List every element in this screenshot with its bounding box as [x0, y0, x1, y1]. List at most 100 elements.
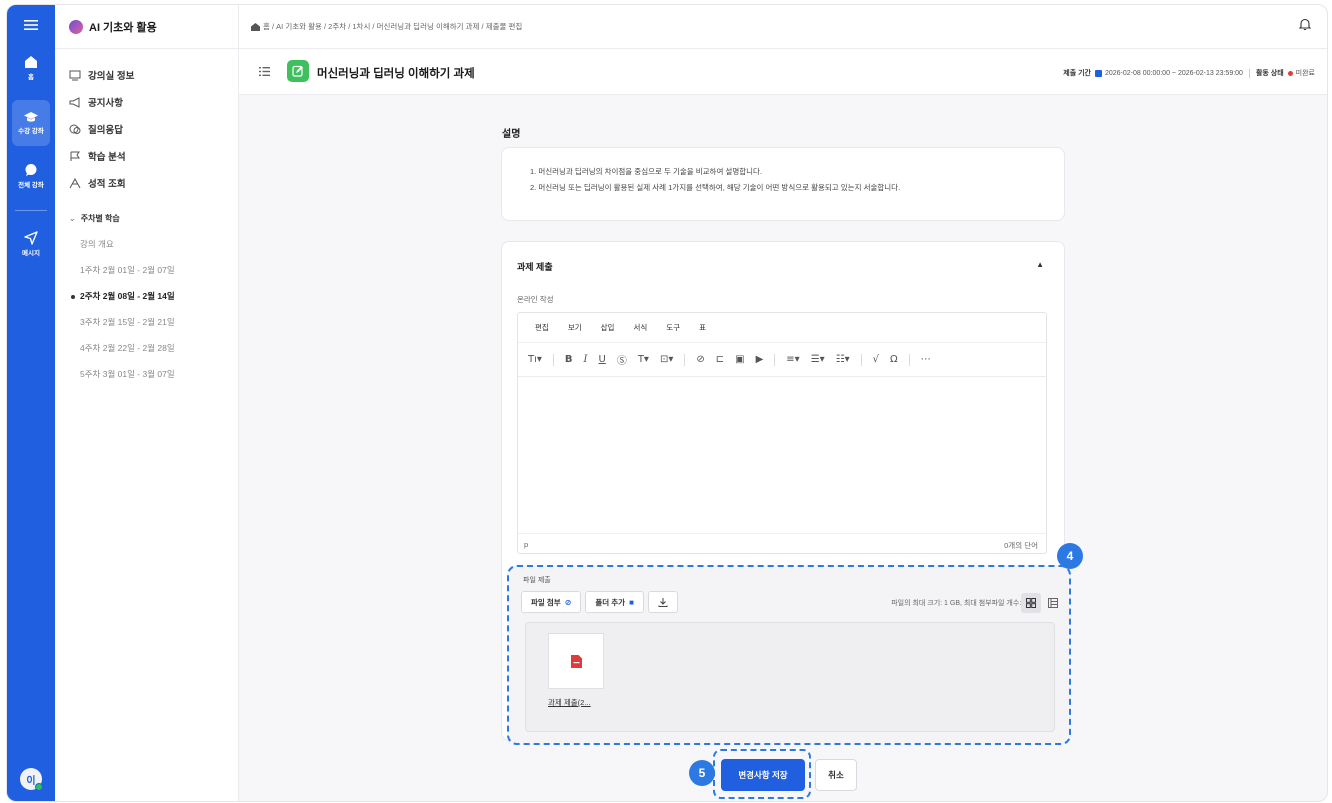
- element-path: p: [524, 540, 529, 549]
- week-item-label: 2주차 2월 08일 - 2월 14일: [80, 291, 175, 301]
- file-thumbnail[interactable]: [548, 633, 604, 689]
- week-item[interactable]: 1주차 2월 01일 - 2월 07일: [80, 264, 175, 276]
- bold-icon[interactable]: B: [565, 354, 573, 365]
- chat-bubble-icon: [25, 164, 37, 176]
- hamburger-menu-button[interactable]: [7, 19, 55, 33]
- grid-view-button[interactable]: [1021, 593, 1041, 613]
- status-label: 활동 상태: [1255, 70, 1284, 77]
- align-icon[interactable]: ≡▾: [786, 354, 799, 365]
- status-value: 미완료: [1295, 70, 1315, 77]
- editor-menu-view[interactable]: 보기: [568, 322, 582, 333]
- home-icon[interactable]: [251, 22, 260, 31]
- course-sidebar: AI 기초와 활용 강의실 정보 공지사항 질의응답 학습 분석 성적 조회 ⌄…: [55, 5, 239, 801]
- list-view-icon: [1048, 598, 1058, 608]
- sidebar-item-label: 성적 조회: [88, 179, 126, 190]
- grid-view-icon: [1026, 598, 1036, 608]
- editor-menu-format[interactable]: 서식: [633, 322, 647, 333]
- file-drop-area[interactable]: 과제 제출(2...: [525, 622, 1055, 732]
- period-label: 제출 기간: [1063, 70, 1091, 77]
- highlight-icon[interactable]: ⊡▾: [660, 354, 673, 365]
- sidebar-item-label: 질의응답: [88, 125, 123, 136]
- course-title: AI 기초와 활용: [89, 21, 157, 34]
- add-folder-label: 폴더 추가: [595, 597, 626, 607]
- download-button[interactable]: [647, 591, 678, 613]
- editor-toolbar: Tı▾ B I U Ⓢ T▾ ⊡▾ ⊘ ⊏ ▣ ▶ ≡▾ ☰▾ ☷▾ √ Ω ⋯: [518, 343, 1046, 377]
- save-changes-button[interactable]: 변경사항 저장: [721, 759, 805, 791]
- bullet-list-icon[interactable]: ☰▾: [811, 354, 825, 365]
- media-icon[interactable]: ▶: [756, 354, 764, 365]
- link-icon[interactable]: ⊘: [696, 354, 704, 365]
- avatar-initial: 이: [26, 775, 36, 787]
- strikethrough-icon[interactable]: Ⓢ: [617, 352, 627, 367]
- page-title: 머신러닝과 딥러닝 이해하기 과제: [317, 68, 475, 80]
- classroom-icon: [69, 70, 81, 80]
- sidebar-item-learning-analytics[interactable]: 학습 분석: [69, 149, 126, 163]
- week-section-toggle[interactable]: ⌄ 주차별 학습: [69, 213, 120, 224]
- equation-icon[interactable]: √: [873, 354, 879, 365]
- home-icon: [25, 56, 37, 68]
- week-item[interactable]: 강의 개요: [80, 238, 114, 250]
- sidebar-item-grades[interactable]: 성적 조회: [69, 176, 126, 190]
- numbered-list-icon[interactable]: ☷▾: [836, 354, 850, 365]
- week-item[interactable]: 5주차 3월 01일 - 3월 07일: [80, 368, 175, 380]
- editor-menu-insert[interactable]: 삽입: [601, 322, 615, 333]
- chevron-down-icon: ⌄: [69, 214, 76, 223]
- breadcrumb: 홈 / AI 기초와 활용 / 2주차 / 1차시 / 머신러닝과 딥러닝 이해…: [251, 21, 522, 32]
- grade-icon: [69, 177, 81, 188]
- rich-text-editor: 편집 보기 삽입 서식 도구 표 Tı▾ B I U Ⓢ T▾ ⊡▾ ⊘ ⊏ ▣…: [517, 312, 1047, 554]
- bell-icon[interactable]: [1299, 18, 1311, 31]
- course-header[interactable]: AI 기초와 활용: [55, 5, 239, 49]
- attach-file-button[interactable]: 파일 첨부 ⊘: [521, 591, 582, 613]
- text-color-icon[interactable]: T▾: [638, 354, 649, 365]
- cancel-button[interactable]: 취소: [815, 759, 857, 791]
- sidebar-item-classroom-info[interactable]: 강의실 정보: [69, 68, 134, 82]
- italic-icon[interactable]: I: [584, 354, 588, 365]
- app-window: 홈 수강 강좌 전체 강좌 메시지 이 AI 기초와 활용 강의실 정보 공지사…: [6, 4, 1328, 802]
- sidebar-item-qna[interactable]: 질의응답: [69, 122, 123, 136]
- calendar-icon: [1094, 69, 1102, 77]
- file-submission-label: 파일 제출: [523, 577, 551, 584]
- rail-divider: [15, 210, 47, 211]
- image-icon[interactable]: ▣: [735, 354, 744, 365]
- list-view-button[interactable]: [1043, 593, 1063, 613]
- list-toggle-icon[interactable]: [259, 67, 270, 76]
- period-value: 2026-02-08 00:00:00 ~ 2026-02-13 23:59:0…: [1104, 69, 1243, 77]
- file-limit-text: 파일의 최대 크기: 1 GB, 최대 첨부파일 개수: 20: [891, 600, 1031, 607]
- paperclip-icon: ⊘: [564, 597, 572, 607]
- graduation-cap-icon: [24, 112, 38, 122]
- online-status-dot: [35, 783, 43, 791]
- editor-menu-edit[interactable]: 편집: [535, 322, 549, 333]
- online-text-label: 온라인 작성: [517, 295, 554, 304]
- description-label: 설명: [502, 129, 521, 140]
- sidebar-item-label: 강의실 정보: [88, 71, 135, 82]
- main-content: 설명 1. 머신러닝과 딥러닝의 차이점을 중심으로 두 기술을 비교하여 설명…: [239, 95, 1327, 801]
- word-count: 0개의 단어: [1004, 541, 1038, 550]
- more-icon[interactable]: ⋯: [921, 354, 931, 365]
- unlink-icon[interactable]: ⊏: [716, 354, 724, 365]
- week-section-label: 주차별 학습: [80, 214, 120, 223]
- text-size-icon[interactable]: Tı▾: [528, 354, 542, 365]
- rail-all-courses[interactable]: 전체 강좌: [7, 163, 55, 189]
- assignment-icon: [287, 60, 309, 82]
- rail-messages[interactable]: 메시지: [7, 231, 55, 257]
- special-char-icon[interactable]: Ω: [890, 354, 898, 365]
- editor-menu-table[interactable]: 표: [699, 322, 706, 333]
- file-name-link[interactable]: 과제 제출(2...: [548, 697, 591, 708]
- add-folder-button[interactable]: 폴더 추가 ■: [585, 591, 644, 613]
- download-icon: [658, 598, 668, 607]
- toolbar-divider: [908, 353, 910, 366]
- underline-icon[interactable]: U: [598, 354, 605, 365]
- week-item-active[interactable]: 2주차 2월 08일 - 2월 14일: [71, 290, 175, 302]
- collapse-caret-icon[interactable]: ▲: [1036, 260, 1044, 269]
- meta-divider: [1248, 68, 1250, 78]
- week-item[interactable]: 3주차 2월 15일 - 2월 21일: [80, 316, 175, 328]
- file-toolbar: 파일 첨부 ⊘ 폴더 추가 ■: [521, 591, 682, 613]
- editor-text-area[interactable]: [518, 377, 1046, 533]
- rail-home[interactable]: 홈: [7, 55, 55, 81]
- user-avatar[interactable]: 이: [20, 768, 43, 791]
- breadcrumb-text[interactable]: 홈 / AI 기초와 활용 / 2주차 / 1차시 / 머신러닝과 딥러닝 이해…: [263, 21, 522, 32]
- rail-my-courses[interactable]: 수강 강좌: [7, 111, 55, 135]
- sidebar-item-notices[interactable]: 공지사항: [69, 95, 123, 109]
- editor-menu-tools[interactable]: 도구: [666, 322, 680, 333]
- week-item[interactable]: 4주차 2월 22일 - 2월 28일: [80, 342, 175, 354]
